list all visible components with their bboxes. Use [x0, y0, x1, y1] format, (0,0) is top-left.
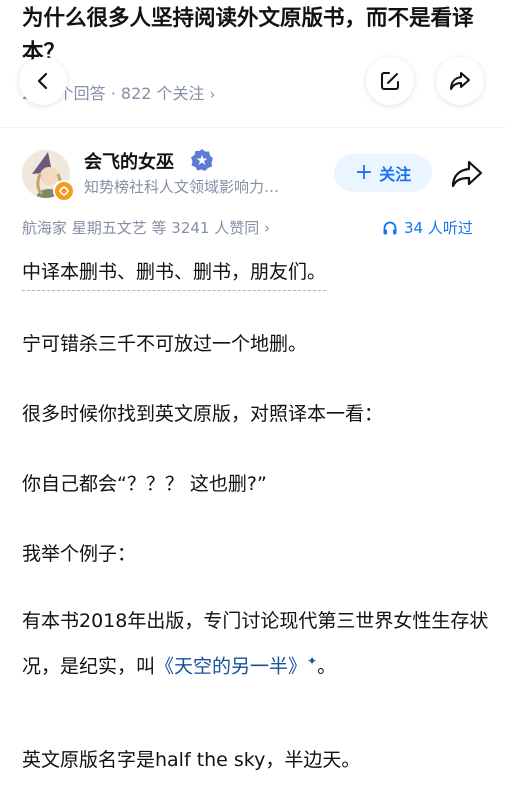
- chevron-right-icon: ›: [264, 219, 271, 237]
- answer-paragraph: 英文原版名字是half the sky，半边天。: [22, 749, 361, 771]
- endorse-info[interactable]: 航海家 星期五文艺 等 3241 人赞同 ›: [22, 217, 270, 238]
- answer-paragraph: 有本书2018年出版，专门讨论现代第三世界女性生存状况，是纪实，叫《天空的另一半…: [22, 601, 492, 686]
- share-icon: [450, 72, 470, 90]
- back-button[interactable]: [19, 57, 67, 105]
- follow-button[interactable]: + 关注: [334, 154, 432, 192]
- author-bio: 知势榜社科人文领域影响力…: [84, 178, 280, 196]
- book-title-link[interactable]: 《天空的另一半》: [155, 655, 307, 677]
- share-icon[interactable]: [450, 158, 484, 190]
- answer-paragraph: 我举个例子：: [22, 543, 137, 565]
- follow-label: 关注: [379, 165, 412, 184]
- listen-count[interactable]: 34 人听过: [382, 217, 473, 238]
- paragraph-text: 。: [317, 655, 337, 678]
- share-button[interactable]: [436, 57, 484, 105]
- badge-icon: [53, 180, 75, 202]
- answer-paragraph: 很多时候你找到英文原版，对照译本一看：: [22, 403, 384, 425]
- verified-badge-icon: [191, 149, 213, 171]
- answer-paragraph[interactable]: 中译本删书、删书、删书，朋友们。: [22, 254, 327, 291]
- chevron-right-icon: ›: [209, 87, 216, 103]
- author-name[interactable]: 会飞的女巫: [84, 148, 174, 174]
- sparkle-icon: ✦: [307, 654, 318, 668]
- chevron-left-icon: [37, 72, 48, 90]
- edit-icon: [381, 72, 399, 90]
- headphones-icon: [383, 221, 397, 234]
- answer-paragraph: 你自己都会“？？？ 这也删?”: [22, 473, 267, 495]
- answer-paragraph: 宁可错杀三千不可放过一个地删。: [22, 333, 308, 355]
- endorse-text: 航海家 星期五文艺 等 3241 人赞同: [22, 219, 260, 237]
- question-title[interactable]: 为什么很多人坚持阅读外文原版书，而不是看译本？: [22, 2, 492, 70]
- plus-icon: +: [354, 160, 374, 185]
- edit-button[interactable]: [366, 57, 414, 105]
- listen-text: 34 人听过: [404, 219, 473, 237]
- divider: [0, 127, 505, 128]
